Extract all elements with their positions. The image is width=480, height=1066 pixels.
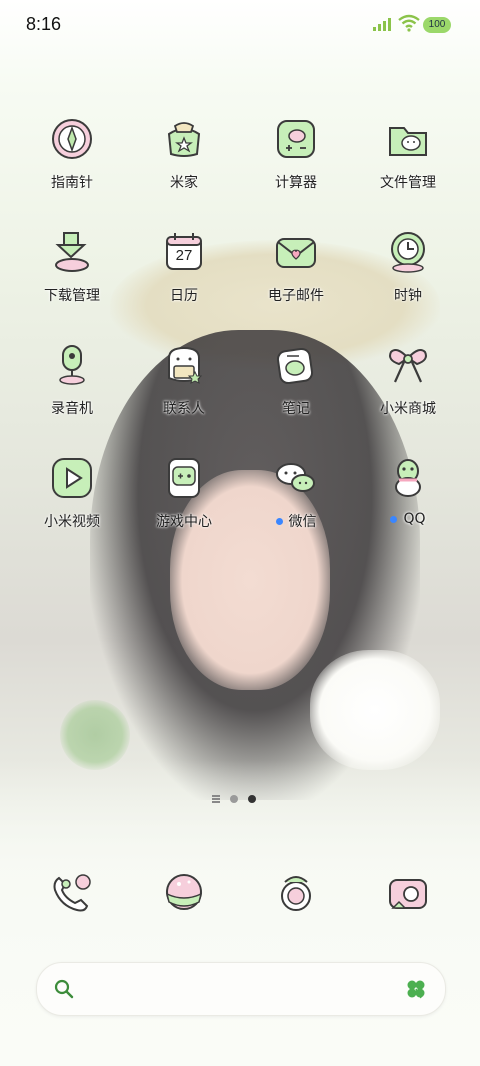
camera-icon	[383, 868, 433, 918]
app-drawer-indicator-icon[interactable]	[212, 795, 220, 803]
compass-icon	[47, 114, 97, 164]
app-label: 文件管理	[380, 175, 436, 191]
app-mi-video[interactable]: 小米视频	[16, 447, 128, 560]
dock-phone[interactable]	[16, 868, 128, 918]
page-dot-2[interactable]	[248, 795, 256, 803]
game-center-icon	[159, 453, 209, 503]
app-download-manager[interactable]: 下载管理	[16, 221, 128, 334]
search-icon	[54, 979, 74, 999]
app-label: 时钟	[394, 288, 422, 304]
email-icon	[271, 227, 321, 277]
calculator-icon	[271, 114, 321, 164]
app-grid: 指南针 米家 计算器 文件管理 下载管理 27 日历 电子邮件 时钟 录音机 联…	[16, 108, 464, 560]
recorder-icon	[47, 340, 97, 390]
app-label: 联系人	[163, 401, 205, 417]
app-file-manager[interactable]: 文件管理	[352, 108, 464, 221]
app-mi-store[interactable]: 小米商城	[352, 334, 464, 447]
app-label: 米家	[170, 175, 198, 191]
phone-icon	[47, 868, 97, 918]
app-notes[interactable]: 笔记	[240, 334, 352, 447]
status-time: 8:16	[26, 14, 62, 34]
app-label: 微信	[275, 511, 317, 531]
app-contacts[interactable]: 联系人	[128, 334, 240, 447]
app-qq[interactable]: QQ	[352, 447, 464, 560]
signal-icon	[373, 18, 391, 31]
app-compass[interactable]: 指南针	[16, 108, 128, 221]
app-wechat[interactable]: 微信	[240, 447, 352, 560]
dock	[16, 868, 464, 918]
contacts-icon	[159, 340, 209, 390]
calendar-day: 27	[175, 247, 193, 264]
app-calendar[interactable]: 27 日历	[128, 221, 240, 334]
app-mi-home[interactable]: 米家	[128, 108, 240, 221]
app-clock[interactable]: 时钟	[352, 221, 464, 334]
search-bar[interactable]	[36, 962, 446, 1016]
download-manager-icon	[47, 227, 97, 277]
mi-home-icon	[159, 114, 209, 164]
dock-camera[interactable]	[352, 868, 464, 918]
battery-icon: 100	[423, 17, 451, 33]
wallpaper-clover	[60, 700, 130, 770]
app-label: QQ	[390, 511, 426, 527]
app-label: 笔记	[282, 401, 310, 417]
qq-icon	[383, 453, 433, 503]
app-label: 小米商城	[380, 401, 436, 417]
page-indicator[interactable]	[212, 795, 256, 803]
browser-icon	[271, 868, 321, 918]
notes-icon	[271, 340, 321, 390]
app-label: 日历	[170, 288, 198, 304]
app-label: 电子邮件	[268, 288, 324, 304]
new-badge	[275, 517, 283, 525]
app-label: 录音机	[51, 401, 93, 417]
status-bar: 8:16 100	[0, 0, 480, 50]
dock-messages[interactable]	[128, 868, 240, 918]
file-manager-icon	[383, 114, 433, 164]
wifi-icon	[398, 14, 420, 32]
app-email[interactable]: 电子邮件	[240, 221, 352, 334]
page-dot-1[interactable]	[230, 795, 238, 803]
dock-browser[interactable]	[240, 868, 352, 918]
wechat-icon	[271, 453, 321, 503]
clover-icon[interactable]	[405, 978, 427, 1000]
app-label: 计算器	[275, 175, 317, 191]
app-calculator[interactable]: 计算器	[240, 108, 352, 221]
messages-icon	[159, 868, 209, 918]
app-label: 小米视频	[44, 514, 100, 530]
calendar-icon: 27	[159, 227, 209, 277]
mi-video-icon	[47, 453, 97, 503]
clock-icon	[383, 227, 433, 277]
app-game-center[interactable]: 游戏中心	[128, 447, 240, 560]
mi-store-icon	[383, 340, 433, 390]
new-badge	[390, 515, 398, 523]
app-label: 指南针	[51, 175, 93, 191]
app-recorder[interactable]: 录音机	[16, 334, 128, 447]
app-label: 游戏中心	[156, 514, 212, 530]
wallpaper-cat	[310, 650, 440, 770]
app-label: 下载管理	[44, 288, 100, 304]
